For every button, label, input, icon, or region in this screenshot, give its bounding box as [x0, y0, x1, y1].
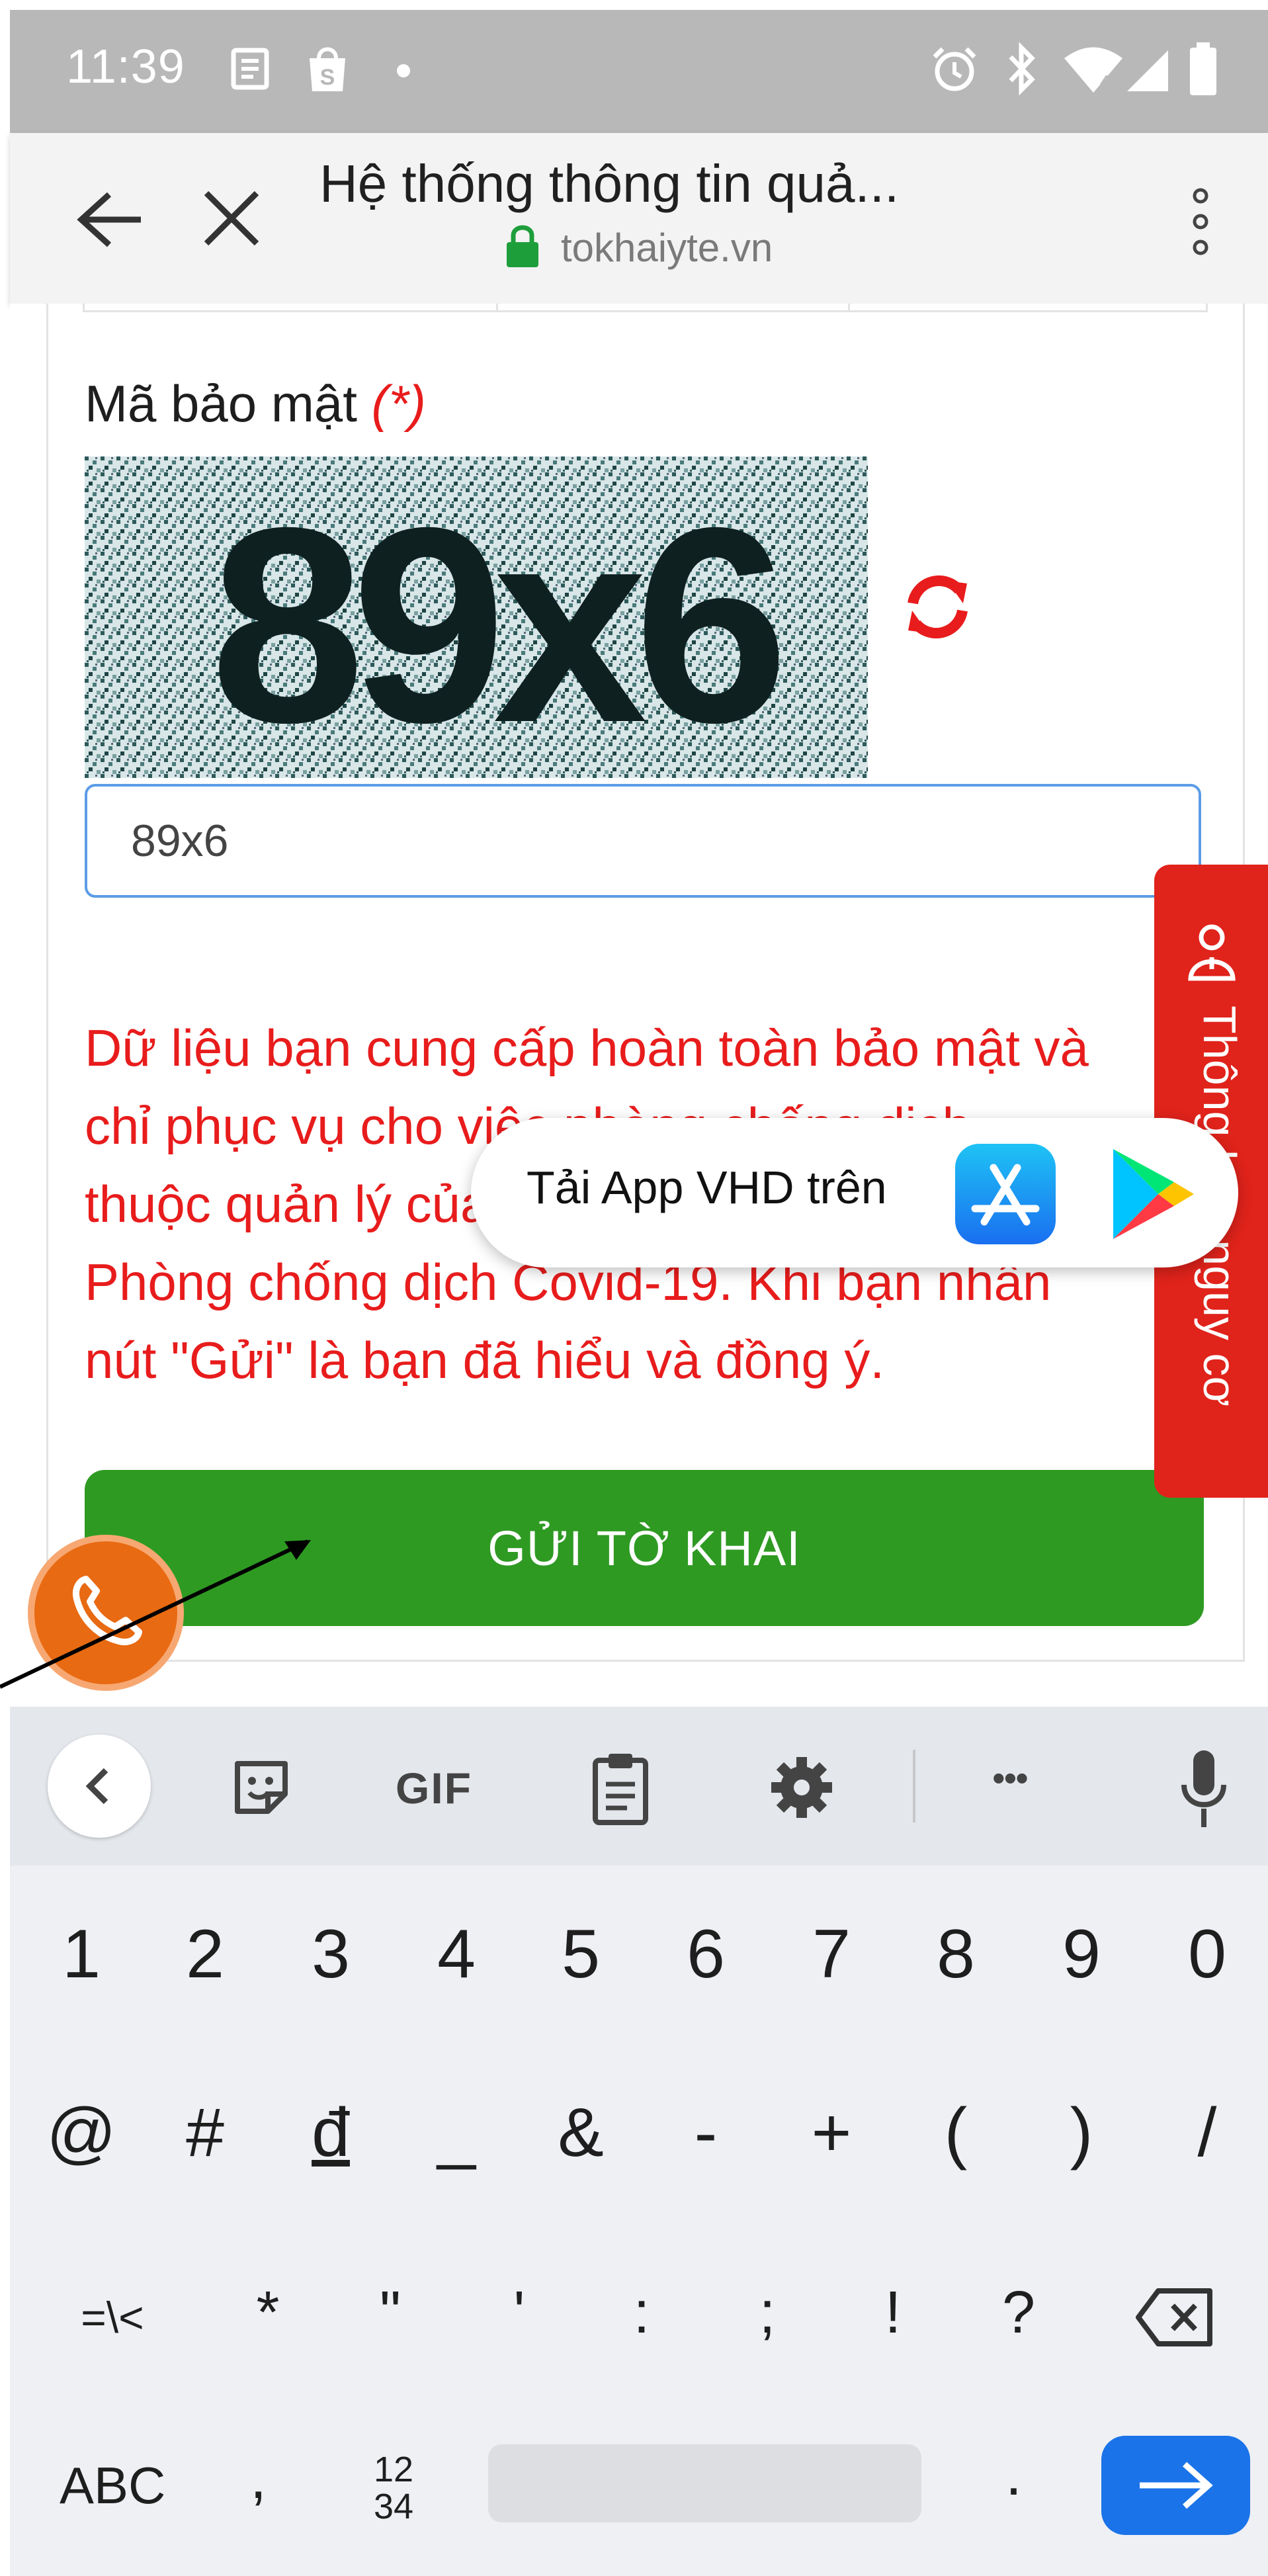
- key-double-quote[interactable]: ": [351, 2279, 430, 2347]
- key-1[interactable]: 1: [42, 1915, 121, 1994]
- key-3[interactable]: 3: [291, 1915, 370, 1994]
- dot-icon: [397, 64, 410, 77]
- key-5[interactable]: 5: [541, 1915, 620, 1994]
- back-icon: [85, 1768, 108, 1805]
- spacebar[interactable]: [488, 2444, 921, 2522]
- key-plus[interactable]: +: [792, 2094, 871, 2172]
- key-slash[interactable]: /: [1167, 2094, 1247, 2172]
- lock-icon: [507, 225, 538, 267]
- key-open-paren[interactable]: (: [916, 2094, 995, 2172]
- privacy-line: nút "Gửi" là bạn đã hiểu và đồng ý.: [85, 1331, 885, 1389]
- key-question[interactable]: ?: [979, 2279, 1058, 2347]
- notes-icon: [231, 48, 269, 90]
- numpad-top: 12: [373, 2450, 414, 2489]
- key-single-quote[interactable]: ': [480, 2279, 559, 2347]
- back-arrow-icon[interactable]: [69, 187, 149, 253]
- key-comma[interactable]: ,: [250, 2444, 267, 2512]
- key-asterisk[interactable]: *: [228, 2279, 308, 2347]
- key-abc[interactable]: ABC: [60, 2456, 165, 2516]
- key-8[interactable]: 8: [916, 1915, 995, 1994]
- key-close-paren[interactable]: ): [1042, 2094, 1121, 2172]
- key-more-symbols[interactable]: =\<: [63, 2292, 162, 2342]
- wifi-icon: 4: [1064, 47, 1122, 93]
- key-hash[interactable]: #: [165, 2094, 245, 2172]
- backspace-icon[interactable]: [1134, 2286, 1216, 2349]
- toolbar-divider: [913, 1750, 915, 1823]
- captcha-label-text: Mã bảo mật: [85, 374, 357, 433]
- key-d-stroke[interactable]: đ: [291, 2094, 370, 2172]
- key-7[interactable]: 7: [792, 1915, 871, 1994]
- close-icon[interactable]: [198, 185, 265, 251]
- annotation-arrow: [0, 1539, 311, 1689]
- key-4[interactable]: 4: [417, 1915, 496, 1994]
- captcha-label: Mã bảo mật (*): [85, 374, 426, 434]
- key-period[interactable]: .: [1005, 2441, 1022, 2509]
- app-store-icon[interactable]: [952, 1141, 1058, 1247]
- numpad-bottom: 34: [373, 2487, 414, 2526]
- page-url[interactable]: tokhaiyte.vn: [561, 225, 773, 271]
- more-vert-icon[interactable]: [1187, 185, 1214, 258]
- key-minus[interactable]: -: [666, 2094, 745, 2172]
- captcha-input[interactable]: [85, 784, 1201, 898]
- privacy-line: Dữ liệu bạn cung cấp hoàn toàn bảo mật v…: [85, 1019, 1089, 1077]
- svg-text:S: S: [320, 65, 335, 90]
- clipboard-icon[interactable]: [589, 1750, 652, 1826]
- refresh-captcha-icon[interactable]: [900, 569, 976, 645]
- status-time: 11:39: [66, 40, 185, 93]
- alarm-icon: [933, 47, 976, 91]
- settings-icon[interactable]: [769, 1754, 835, 1821]
- person-alert-icon: [1188, 924, 1236, 981]
- battery-icon: [1190, 42, 1216, 95]
- mic-icon[interactable]: [1177, 1748, 1230, 1830]
- key-2[interactable]: 2: [165, 1915, 245, 1994]
- google-play-icon[interactable]: [1101, 1141, 1201, 1247]
- key-numpad[interactable]: 12 34: [364, 2451, 423, 2525]
- captcha-image: 89x6: [85, 456, 868, 778]
- key-at[interactable]: @: [42, 2094, 121, 2172]
- arrow-right-icon: [1140, 2462, 1213, 2509]
- svg-text:4: 4: [1100, 71, 1109, 91]
- key-6[interactable]: 6: [666, 1915, 745, 1994]
- key-0[interactable]: 0: [1167, 1915, 1247, 1994]
- more-icon[interactable]: •••: [992, 1756, 1029, 1799]
- key-underscore[interactable]: _: [417, 2094, 496, 2172]
- key-9[interactable]: 9: [1042, 1915, 1121, 1994]
- key-exclamation[interactable]: !: [853, 2279, 933, 2347]
- captcha-text: 89x6: [210, 470, 782, 778]
- key-semicolon[interactable]: ;: [728, 2279, 807, 2347]
- key-colon[interactable]: :: [602, 2279, 681, 2347]
- signal-icon: [1127, 50, 1168, 91]
- required-marker: (*): [371, 374, 426, 433]
- app-popup-text: Tải App VHD trên: [527, 1162, 887, 1213]
- key-ampersand[interactable]: &: [541, 2094, 620, 2172]
- gif-button[interactable]: GIF: [396, 1763, 472, 1813]
- page-title: Hệ thống thông tin quả...: [319, 154, 900, 213]
- bluetooth-icon: [1009, 42, 1035, 96]
- shopping-bag-icon: S: [310, 47, 345, 91]
- sticker-icon[interactable]: [228, 1754, 294, 1821]
